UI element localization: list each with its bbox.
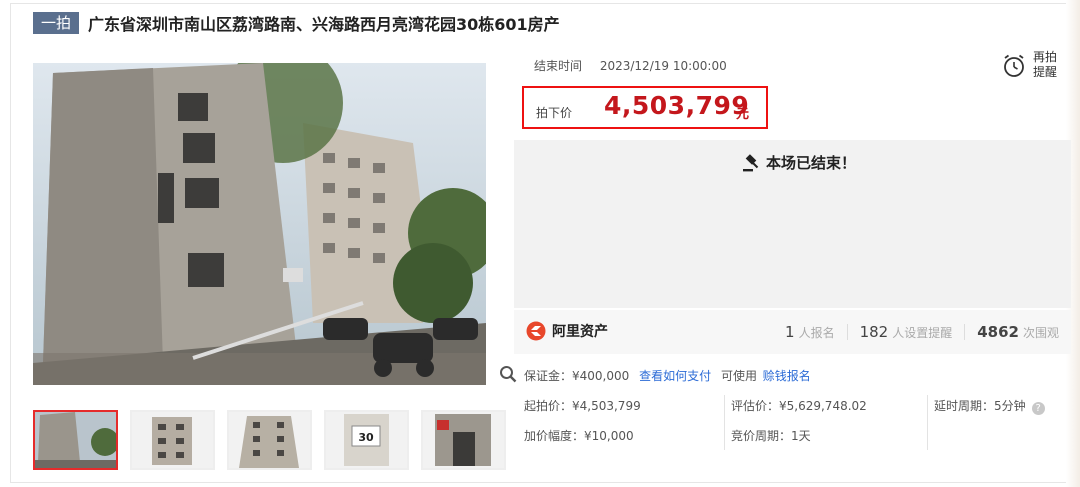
thumbnail-5[interactable] (421, 410, 506, 470)
signups-label: 人报名 (798, 326, 835, 340)
delay-cycle: 延时周期：5分钟? (934, 397, 1045, 415)
bid-cycle: 竞价周期：1天 (731, 429, 811, 443)
alarm-clock-icon (1004, 54, 1024, 77)
building-photo-image (33, 63, 486, 385)
views-count: 4862 (977, 323, 1019, 341)
title-row: 一拍 广东省深圳市南山区荔湾路南、兴海路西月亮湾花园30栋601房产 (33, 11, 560, 35)
page-title: 广东省深圳市南山区荔湾路南、兴海路西月亮湾花园30栋601房产 (88, 15, 560, 34)
signups-count: 1 (785, 323, 795, 341)
end-time-label: 结束时间 (534, 59, 583, 73)
house-number-text: 30 (358, 431, 374, 444)
detail-divider (724, 395, 725, 450)
house-number-photo-icon: 30 (326, 412, 407, 468)
end-time-value: 2023/12/19 10:00:00 (599, 59, 727, 73)
ali-assets-logo-icon (526, 321, 546, 341)
appraisal-price: 评估价：¥5,629,748.02 (731, 399, 867, 413)
gavel-icon (743, 153, 759, 171)
thumbnail-1[interactable] (33, 410, 118, 470)
views-label: 次围观 (1022, 326, 1059, 340)
reminders-count: 182 (859, 323, 889, 341)
end-time: 结束时间 2023/12/19 10:00:00 (534, 57, 727, 74)
status-panel: 本场已结束！ (514, 140, 1071, 308)
start-price: 起拍价：¥4,503,799 (524, 399, 641, 413)
brand-stats-row: 阿里资产 1 人报名 182 人设置提醒 4862 次围观 (514, 310, 1071, 354)
remind-button[interactable]: 再拍提醒 (1001, 50, 1061, 80)
price-value: 4,503,799 (604, 91, 750, 120)
auction-page: 一拍 广东省深圳市南山区荔湾路南、兴海路西月亮湾花园30栋601房产 30 结束… (0, 0, 1080, 487)
earn-signup-link[interactable]: 赊钱报名 (763, 369, 811, 383)
auction-status: 本场已结束！ (742, 152, 856, 173)
delay-text: 延时周期：5分钟 (934, 399, 1026, 413)
final-price-box: 拍下价 4,503,799 元 (522, 86, 768, 129)
stats: 1 人报名 182 人设置提醒 4862 次围观 (785, 323, 1059, 341)
thumbnail-strip: 30 (33, 410, 506, 470)
price-label: 拍下价 (536, 106, 573, 120)
deposit-text: 保证金：¥400,000 (524, 369, 630, 383)
brand[interactable]: 阿里资产 (526, 321, 608, 341)
divider (964, 324, 966, 340)
main-photo[interactable] (33, 63, 486, 385)
divider (846, 324, 848, 340)
reminders-label: 人设置提醒 (892, 326, 953, 340)
thumbnail-2[interactable] (130, 410, 215, 470)
brand-name: 阿里资产 (552, 324, 608, 340)
detail-divider (927, 395, 928, 450)
building-photo-icon (35, 412, 116, 468)
how-to-pay-link[interactable]: 查看如何支付 (639, 369, 711, 383)
usable-text: 可使用 (720, 369, 757, 383)
zoom-icon[interactable] (499, 365, 517, 383)
help-icon[interactable]: ? (1031, 402, 1045, 415)
building-photo-icon (229, 412, 310, 468)
price-unit: 元 (736, 107, 750, 122)
building-photo-icon (132, 412, 213, 468)
entrance-photo-icon (423, 412, 504, 468)
thumbnail-3[interactable] (227, 410, 312, 470)
status-text: 本场已结束！ (766, 154, 857, 172)
deposit-line: 保证金：¥400,000 查看如何支付 可使用 赊钱报名 (524, 367, 811, 384)
remind-label: 再拍提醒 (1033, 50, 1058, 79)
auction-round-badge: 一拍 (33, 12, 80, 34)
bid-increment: 加价幅度：¥10,000 (524, 429, 634, 443)
thumbnail-4[interactable]: 30 (324, 410, 409, 470)
